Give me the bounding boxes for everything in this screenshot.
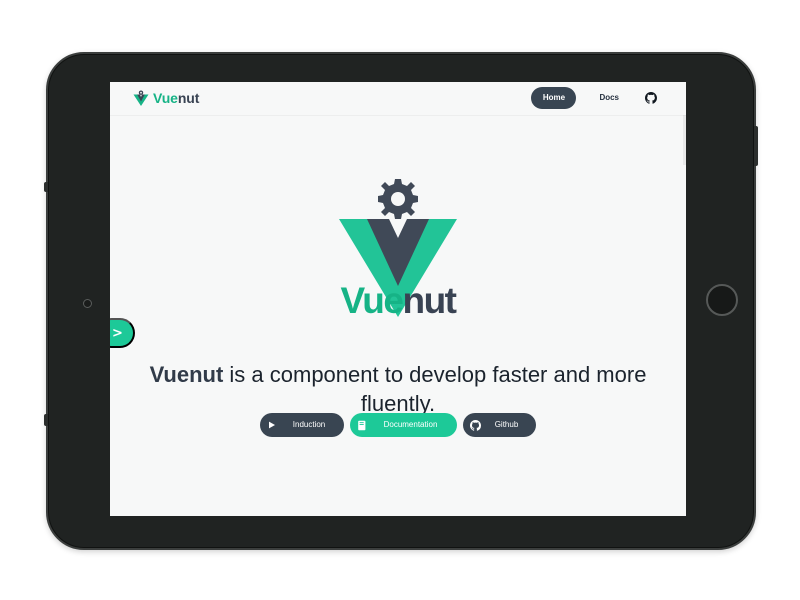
brand-name-suffix: nut bbox=[177, 90, 200, 106]
book-icon bbox=[350, 413, 374, 437]
main-navigation: Home Docs bbox=[531, 87, 660, 109]
front-camera-icon bbox=[83, 299, 92, 308]
vuenut-logo-icon bbox=[133, 90, 149, 106]
nav-home-link[interactable]: Home bbox=[531, 87, 577, 109]
documentation-button[interactable]: Documentation bbox=[350, 413, 457, 437]
hero-tagline: Vuenut is a component to develop faster … bbox=[138, 360, 658, 418]
brand-name-prefix: Vue bbox=[153, 90, 178, 106]
tablet-left-notch bbox=[44, 414, 48, 426]
app-screen: Vuenut Home Docs Vuenut Vuenut is a comp… bbox=[110, 82, 686, 516]
github-button-label: Github bbox=[494, 420, 519, 429]
hero-tagline-brand: Vuenut bbox=[149, 362, 224, 387]
nav-github-link[interactable] bbox=[642, 89, 660, 107]
hero-tagline-text: is a component to develop faster and mor… bbox=[223, 362, 647, 416]
hero-action-buttons: Induction Documentation Github bbox=[260, 413, 536, 437]
induction-button[interactable]: Induction bbox=[260, 413, 344, 437]
hero-wordmark: Vuenut bbox=[110, 281, 686, 321]
sidebar-toggle-button[interactable]: > bbox=[110, 318, 135, 348]
nav-docs-link[interactable]: Docs bbox=[588, 87, 630, 109]
chevron-right-icon: > bbox=[112, 325, 123, 341]
tablet-left-notch bbox=[44, 182, 48, 192]
brand-name: Vuenut bbox=[153, 89, 199, 107]
hero-section: Vuenut Vuenut is a component to develop … bbox=[110, 115, 686, 516]
tablet-side-button bbox=[754, 126, 758, 166]
hero-wordmark-suffix: nut bbox=[402, 280, 457, 321]
documentation-button-label: Documentation bbox=[383, 420, 438, 429]
top-navbar: Vuenut Home Docs bbox=[110, 82, 686, 115]
github-button[interactable]: Github bbox=[463, 413, 536, 437]
github-icon bbox=[645, 92, 657, 104]
brand-link[interactable]: Vuenut bbox=[132, 89, 199, 107]
induction-button-label: Induction bbox=[292, 420, 326, 429]
play-icon bbox=[260, 413, 284, 437]
github-icon bbox=[463, 413, 487, 437]
hero-wordmark-prefix: Vue bbox=[340, 280, 403, 321]
home-button[interactable] bbox=[706, 284, 738, 316]
